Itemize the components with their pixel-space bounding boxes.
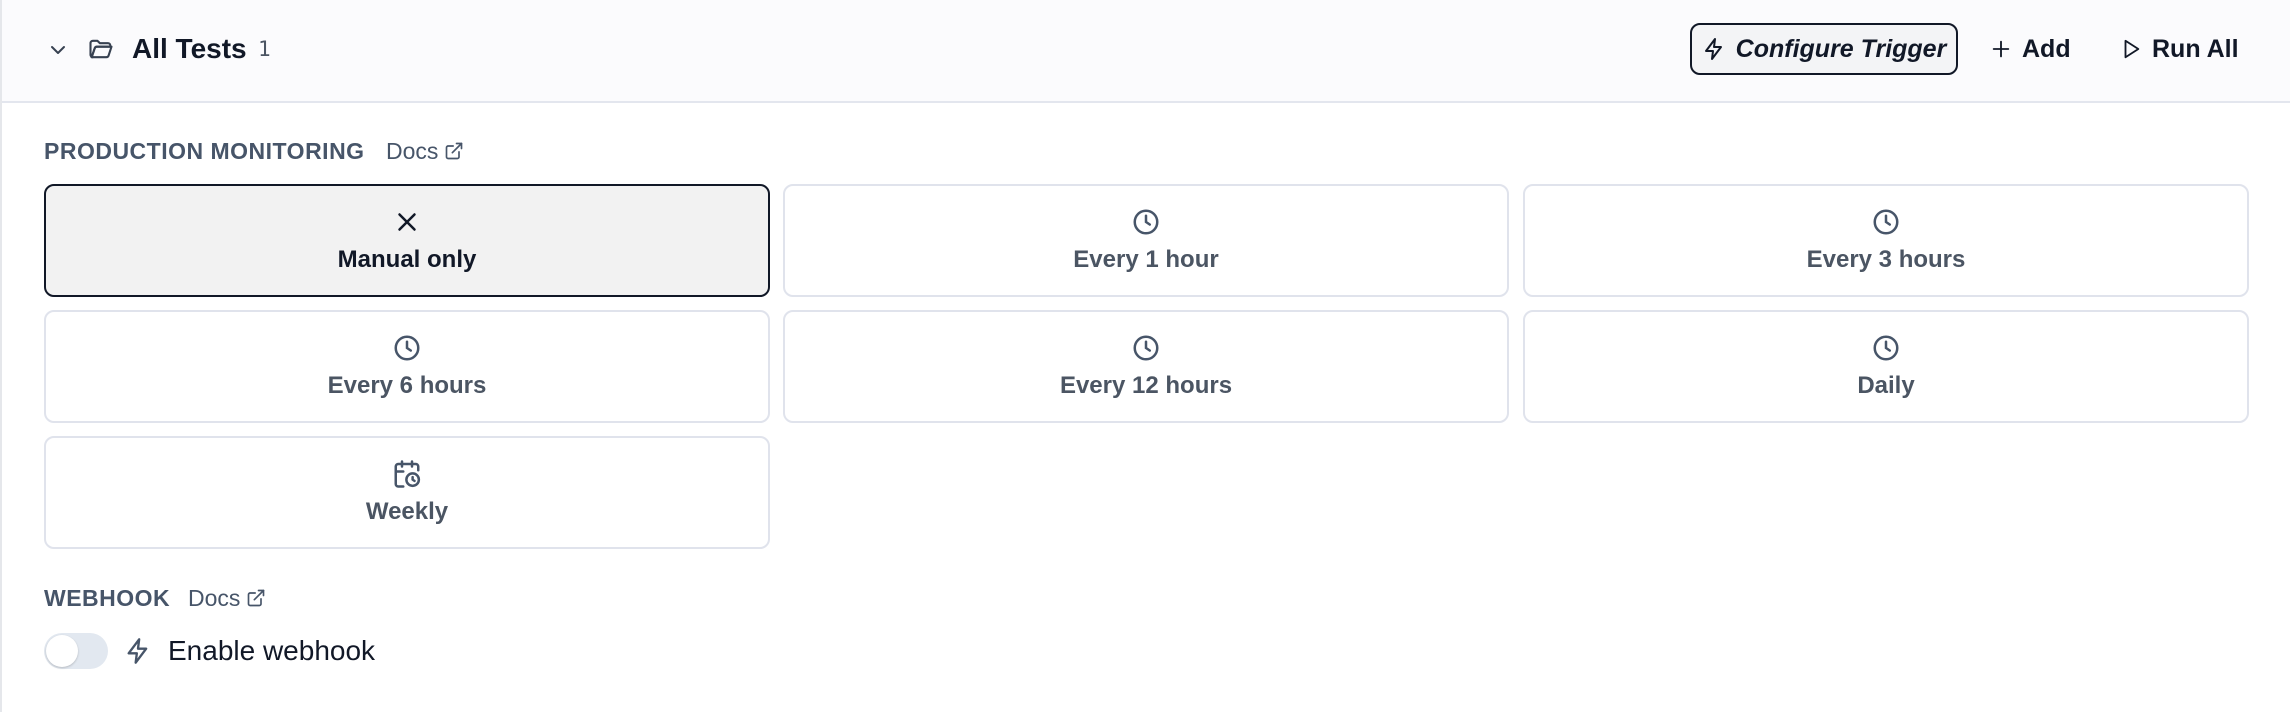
folder-open-icon [89, 39, 113, 59]
configure-trigger-button[interactable]: Configure Trigger [1690, 23, 1958, 75]
calendar-clock-icon [394, 459, 421, 488]
schedule-option-label: Every 12 hours [1059, 371, 1233, 399]
schedule-option-label: Manual only [337, 245, 477, 273]
schedule-option-label: Weekly [365, 497, 449, 525]
close-icon [398, 212, 416, 231]
tests-panel: All Tests 1 Configure Trigger Add Run Al… [0, 0, 2290, 712]
clock-icon [394, 335, 420, 360]
clock-icon [1873, 335, 1899, 360]
schedule-option-label: Every 1 hour [1073, 245, 1219, 273]
run-all-button[interactable]: Run All [2120, 23, 2239, 75]
production-docs-link[interactable]: Docs [386, 136, 464, 166]
clock-icon [1133, 209, 1159, 234]
schedule-option-manual[interactable]: Manual only [44, 184, 770, 297]
add-button[interactable]: Add [1990, 23, 2071, 75]
page-title: All Tests [132, 33, 247, 64]
external-link-icon [248, 589, 265, 607]
play-icon [2124, 39, 2140, 59]
schedule-option-1-hour[interactable]: Every 1 hour [783, 184, 1509, 297]
webhook-docs-link[interactable]: Docs [188, 583, 266, 613]
enable-webhook-label: Enable webhook [168, 635, 376, 666]
schedule-option-3-hours[interactable]: Every 3 hours [1523, 184, 2249, 297]
production-docs-label: Docs [386, 138, 439, 164]
clock-icon [1133, 335, 1159, 360]
lightning-icon [1704, 38, 1722, 60]
webhook-heading: WEBHOOK [44, 585, 171, 611]
test-count-badge: 1 [258, 37, 271, 61]
schedule-option-label: Daily [1857, 371, 1915, 399]
external-link-icon [446, 142, 463, 160]
schedule-option-label: Every 3 hours [1806, 245, 1966, 273]
run-all-label: Run All [2152, 34, 2239, 63]
chevron-down-icon[interactable] [46, 38, 70, 62]
schedule-option-label: Every 6 hours [327, 371, 487, 399]
clock-icon [1873, 209, 1899, 234]
tests-header: All Tests 1 Configure Trigger Add Run Al… [2, 0, 2290, 103]
lightning-icon [127, 638, 148, 664]
schedule-option-daily[interactable]: Daily [1523, 310, 2249, 423]
schedule-option-6-hours[interactable]: Every 6 hours [44, 310, 770, 423]
schedule-option-12-hours[interactable]: Every 12 hours [783, 310, 1509, 423]
production-monitoring-heading: PRODUCTION MONITORING [44, 138, 365, 164]
configure-trigger-label: Configure Trigger [1735, 34, 1947, 63]
webhook-docs-label: Docs [188, 585, 241, 611]
plus-icon [1992, 40, 2010, 58]
webhook-toggle[interactable] [44, 633, 108, 669]
add-label: Add [2022, 34, 2071, 63]
schedule-option-weekly[interactable]: Weekly [44, 436, 770, 549]
toggle-knob [46, 635, 78, 667]
